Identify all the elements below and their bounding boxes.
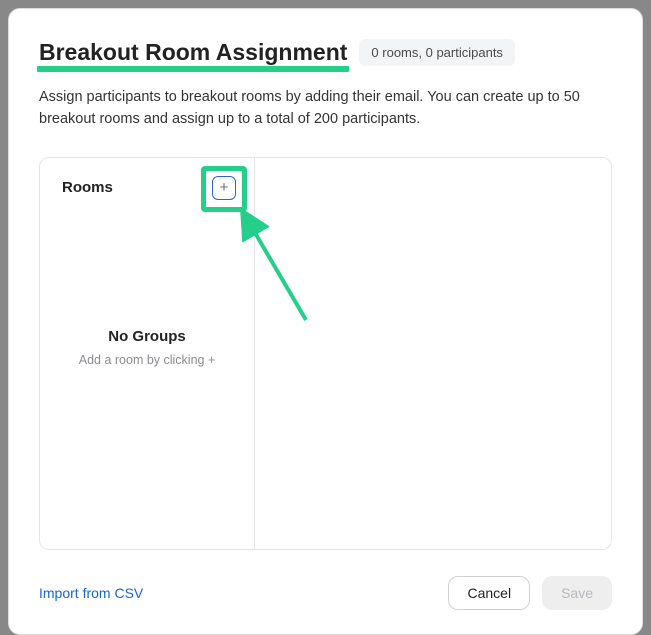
header-row: Breakout Room Assignment 0 rooms, 0 part… bbox=[39, 39, 612, 66]
modal-footer: Import from CSV Cancel Save bbox=[39, 550, 612, 610]
main-pane bbox=[255, 158, 611, 549]
save-button: Save bbox=[542, 576, 612, 610]
sidebar-header: Rooms + bbox=[40, 158, 254, 218]
add-room-button[interactable]: + bbox=[212, 176, 236, 200]
empty-state-title: No Groups bbox=[52, 328, 242, 345]
sidebar-title: Rooms bbox=[62, 179, 113, 196]
rooms-sidebar: Rooms + No Groups Add a room by clicking… bbox=[40, 158, 255, 549]
breakout-room-modal: Breakout Room Assignment 0 rooms, 0 part… bbox=[8, 8, 643, 635]
plus-icon: + bbox=[220, 180, 229, 195]
title-underline-annotation bbox=[37, 66, 349, 72]
rooms-panel: Rooms + No Groups Add a room by clicking… bbox=[39, 157, 612, 550]
footer-actions: Cancel Save bbox=[448, 576, 612, 610]
modal-description: Assign participants to breakout rooms by… bbox=[39, 86, 612, 131]
empty-state-subtitle: Add a room by clicking + bbox=[52, 353, 242, 367]
counts-badge: 0 rooms, 0 participants bbox=[359, 39, 515, 66]
import-csv-link[interactable]: Import from CSV bbox=[39, 585, 143, 601]
title-wrap: Breakout Room Assignment bbox=[39, 39, 347, 66]
cancel-button[interactable]: Cancel bbox=[448, 576, 530, 610]
modal-title: Breakout Room Assignment bbox=[39, 39, 347, 66]
empty-state: No Groups Add a room by clicking + bbox=[40, 328, 254, 367]
